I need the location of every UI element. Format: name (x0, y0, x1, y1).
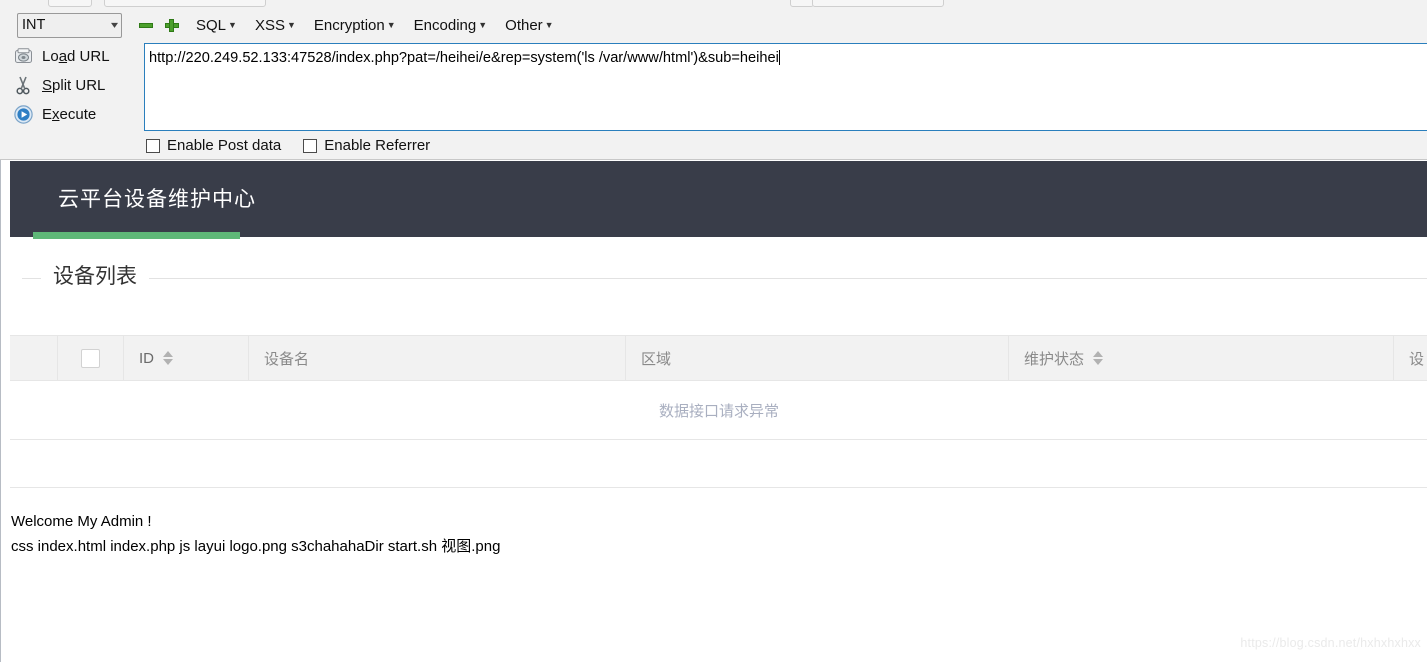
page-title: 云平台设备维护中心 (58, 183, 256, 213)
table-header-maintenance-status[interactable]: 维护状态 (1009, 336, 1394, 380)
menu-xss-label: XSS (255, 17, 285, 34)
play-icon (10, 105, 36, 124)
load-url-button[interactable]: Load URL (0, 42, 140, 71)
table-header-select-all[interactable] (58, 336, 124, 380)
select-all-checkbox[interactable] (81, 349, 100, 368)
menu-other-label: Other (505, 17, 543, 34)
table-empty-message: 数据接口请求异常 (10, 381, 1427, 440)
sort-icon[interactable] (163, 351, 173, 365)
plus-icon-vertical (169, 19, 174, 32)
watermark: https://blog.csdn.net/hxhxhxhxx (1240, 636, 1421, 650)
menu-encryption-label: Encryption (314, 17, 385, 34)
load-url-icon (10, 48, 36, 65)
table-header-id-label: ID (139, 350, 154, 367)
hackbar-toolbar: INT ▾ SQL▼ XSS▼ Encryption▼ Encoding▼ Ot… (0, 0, 1427, 160)
scissors-icon (10, 76, 36, 95)
command-output: Welcome My Admin ! css index.html index.… (11, 509, 500, 559)
table-header-region[interactable]: 区域 (626, 336, 1009, 380)
table-header-truncated-label: 设 (1409, 348, 1424, 369)
browser-chrome-stub (48, 0, 92, 7)
browser-chrome-stub (104, 0, 266, 7)
execute-label: Execute (42, 106, 96, 123)
hackbar-options-row: Enable Post data Enable Referrer (146, 137, 430, 154)
text-caret (779, 50, 780, 65)
chevron-down-icon: ▼ (228, 20, 237, 30)
enable-referrer-checkbox[interactable]: Enable Referrer (303, 137, 430, 154)
menu-encoding[interactable]: Encoding▼ (414, 17, 487, 34)
url-input-value: http://220.249.52.133:47528/index.php?pa… (149, 50, 779, 66)
chevron-down-icon: ▾ (111, 20, 118, 31)
enable-referrer-label: Enable Referrer (324, 137, 430, 154)
table-header-row: ID 设备名 区域 维护状态 设 (10, 335, 1427, 381)
table-header-id[interactable]: ID (124, 336, 249, 380)
command-output-line: css index.html index.php js layui logo.p… (11, 534, 500, 559)
table-header-device-name-label: 设备名 (264, 348, 309, 369)
menu-other[interactable]: Other▼ (505, 17, 553, 34)
fieldset-divider (22, 278, 1427, 279)
sort-icon[interactable] (1093, 351, 1103, 365)
table-empty-text: 数据接口请求异常 (659, 400, 779, 421)
fieldset-legend: 设备列表 (41, 260, 149, 290)
execute-button[interactable]: Execute (0, 100, 140, 129)
checkbox-box (303, 139, 317, 153)
chevron-down-icon: ▼ (287, 20, 296, 30)
url-input[interactable]: http://220.249.52.133:47528/index.php?pa… (144, 43, 1427, 131)
split-url-label: Split URL (42, 77, 105, 94)
menu-encryption[interactable]: Encryption▼ (314, 17, 396, 34)
menu-sql-label: SQL (196, 17, 226, 34)
chevron-down-icon: ▼ (478, 20, 487, 30)
type-select-value: INT (22, 17, 45, 33)
site-header: 云平台设备维护中心 (10, 161, 1427, 237)
type-select[interactable]: INT ▾ (17, 13, 122, 38)
device-table: ID 设备名 区域 维护状态 设 数据接口请求异常 (10, 335, 1427, 488)
command-output-line: Welcome My Admin ! (11, 509, 500, 534)
split-url-button[interactable]: Split URL (0, 71, 140, 100)
enable-post-data-label: Enable Post data (167, 137, 281, 154)
browser-chrome-stub (790, 0, 814, 7)
checkbox-box (146, 139, 160, 153)
menu-encoding-label: Encoding (414, 17, 477, 34)
chevron-down-icon: ▼ (545, 20, 554, 30)
device-list-fieldset: 设备列表 (10, 260, 1427, 296)
table-header-region-label: 区域 (641, 348, 671, 369)
enable-post-data-checkbox[interactable]: Enable Post data (146, 137, 281, 154)
browser-chrome-stub (812, 0, 944, 7)
table-footer-row (10, 440, 1427, 488)
minus-icon (139, 23, 153, 28)
chevron-down-icon: ▼ (387, 20, 396, 30)
table-header-spacer (10, 336, 58, 380)
menu-sql[interactable]: SQL▼ (196, 17, 237, 34)
add-tab-button[interactable] (164, 17, 180, 33)
remove-tab-button[interactable] (138, 17, 154, 33)
table-header-maintenance-status-label: 维护状态 (1024, 348, 1084, 369)
hackbar-menu-row: INT ▾ SQL▼ XSS▼ Encryption▼ Encoding▼ Ot… (0, 10, 1427, 40)
menu-xss[interactable]: XSS▼ (255, 17, 296, 34)
header-accent-bar (33, 232, 240, 239)
table-header-truncated[interactable]: 设 (1394, 336, 1427, 380)
table-header-device-name[interactable]: 设备名 (249, 336, 626, 380)
hackbar-action-column: Load URL Split URL Execut (0, 42, 140, 129)
browser-viewport: 云平台设备维护中心 设备列表 ID 设备名 区域 维护状态 (0, 160, 1427, 662)
load-url-label: Load URL (42, 48, 110, 65)
